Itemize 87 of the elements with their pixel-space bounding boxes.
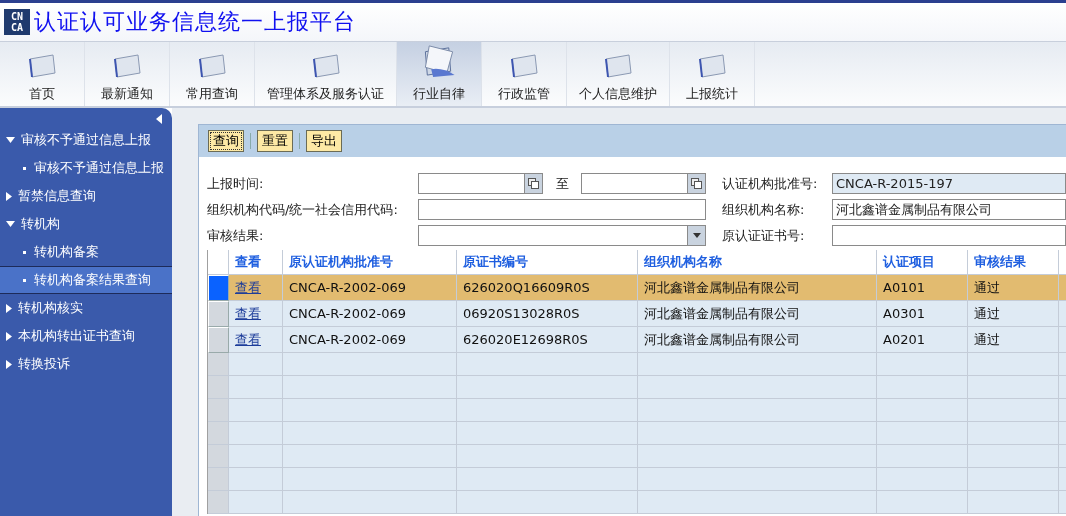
field-label: 组织机构代码/统一社会信用代码: bbox=[207, 200, 399, 219]
table-cell bbox=[229, 491, 283, 514]
folder-icon bbox=[27, 53, 57, 79]
column-header: 查看 bbox=[229, 250, 283, 275]
bullet-icon bbox=[23, 250, 26, 254]
table-cell: 河北鑫谱金属制品有限公司 bbox=[638, 275, 877, 301]
toolbar-button[interactable]: 查询 bbox=[208, 130, 244, 152]
column-header: 组织机构名称 bbox=[638, 250, 877, 275]
table-cell: 通过 bbox=[968, 327, 1059, 353]
field-label: 上报时间: bbox=[207, 174, 265, 193]
table-cell: 河北鑫谱金属制品有限公司 bbox=[638, 301, 877, 327]
field-label: 审核结果: bbox=[207, 226, 265, 245]
select-field[interactable] bbox=[418, 225, 706, 246]
column-header: 原证书编号 bbox=[457, 250, 638, 275]
sidebar-group[interactable]: 审核不予通过信息上报 bbox=[0, 126, 172, 154]
sidebar-item[interactable]: 转机构备案 bbox=[0, 238, 172, 266]
collapsed-icon bbox=[6, 191, 12, 201]
view-link[interactable]: 查看 bbox=[235, 304, 261, 323]
sidebar-group[interactable]: 转机构 bbox=[0, 210, 172, 238]
range-separator: 至 bbox=[554, 174, 570, 193]
sidebar-group[interactable]: 本机构转出证书查询 bbox=[0, 322, 172, 350]
logo: CN CA bbox=[4, 9, 30, 35]
collapsed-icon bbox=[6, 331, 12, 341]
toolbar-button[interactable]: 重置 bbox=[257, 130, 293, 152]
table-cell: 06920S13028R0S bbox=[457, 301, 638, 327]
input-field[interactable] bbox=[832, 225, 1066, 246]
field-label: 组织机构名称: bbox=[722, 200, 806, 219]
org-name-field[interactable]: 河北鑫谱金属制品有限公司 bbox=[832, 199, 1066, 220]
view-link[interactable]: 查看 bbox=[235, 330, 261, 349]
sidebar-item[interactable]: 转机构备案结果查询 bbox=[0, 266, 172, 294]
folder-icon bbox=[197, 53, 227, 79]
calendar-icon[interactable] bbox=[528, 178, 539, 189]
column-header: 审核结果 bbox=[968, 250, 1059, 275]
sidebar-group[interactable]: 暂禁信息查询 bbox=[0, 182, 172, 210]
nav-tab[interactable]: 行业自律 bbox=[397, 42, 482, 106]
input-field[interactable] bbox=[418, 199, 706, 220]
sidebar-group[interactable]: 转换投诉 bbox=[0, 350, 172, 378]
approval-field[interactable]: CNCA-R-2015-197 bbox=[832, 173, 1066, 194]
toolbar-button[interactable]: 导出 bbox=[306, 130, 342, 152]
table-cell: 河北鑫谱金属制品有限公司 bbox=[638, 327, 877, 353]
nav-tab[interactable]: 最新通知 bbox=[85, 42, 170, 106]
date-field[interactable] bbox=[418, 173, 543, 194]
field-label: 认证机构批准号: bbox=[722, 174, 819, 193]
nav-tab[interactable]: 管理体系及服务认证 bbox=[255, 42, 397, 106]
nav-tab[interactable]: 首页 bbox=[0, 42, 85, 106]
table-cell: CNCA-R-2002-069 bbox=[283, 301, 457, 327]
table-cell: 626020E12698R0S bbox=[457, 327, 638, 353]
view-link[interactable]: 查看 bbox=[235, 278, 261, 297]
collapse-icon[interactable] bbox=[156, 114, 162, 124]
header-cell bbox=[208, 250, 229, 275]
folder-icon bbox=[112, 53, 142, 79]
bullet-icon bbox=[23, 166, 26, 170]
table-cell: 通过 bbox=[968, 275, 1059, 301]
bullet-icon bbox=[23, 278, 26, 282]
nav-tab[interactable]: 常用查询 bbox=[170, 42, 255, 106]
folder-icon bbox=[697, 53, 727, 79]
expanded-icon bbox=[6, 221, 15, 227]
nav-tab[interactable]: 上报统计 bbox=[670, 42, 755, 106]
table-cell: A0101 bbox=[877, 275, 968, 301]
folder-icon bbox=[310, 53, 341, 79]
calendar-icon[interactable] bbox=[691, 178, 702, 189]
table-cell bbox=[229, 445, 283, 468]
date-field[interactable] bbox=[581, 173, 706, 194]
table-cell: CNCA-R-2002-069 bbox=[283, 327, 457, 353]
field-label: 原认证证书号: bbox=[722, 226, 806, 245]
expanded-icon bbox=[6, 137, 15, 143]
table-cell: A0301 bbox=[877, 301, 968, 327]
table-cell: 通过 bbox=[968, 301, 1059, 327]
app-title: 认证认可业务信息统一上报平台 bbox=[34, 8, 356, 36]
folder-icon bbox=[603, 53, 633, 79]
nav-tab[interactable]: 个人信息维护 bbox=[567, 42, 670, 106]
table-cell bbox=[229, 376, 283, 399]
table-cell: CNCA-R-2002-069 bbox=[283, 275, 457, 301]
table-cell bbox=[229, 468, 283, 491]
column-header: 原认证机构批准号 bbox=[283, 250, 457, 275]
sidebar-item[interactable]: 审核不予通过信息上报 bbox=[0, 154, 172, 182]
folder-icon bbox=[509, 53, 539, 79]
sidebar-group[interactable]: 转机构核实 bbox=[0, 294, 172, 322]
collapsed-icon bbox=[6, 359, 12, 369]
caret-icon bbox=[692, 233, 701, 238]
table-cell bbox=[229, 399, 283, 422]
table-cell bbox=[229, 422, 283, 445]
collapsed-icon bbox=[6, 303, 12, 313]
table-cell: A0201 bbox=[877, 327, 968, 353]
nav-tab[interactable]: 行政监管 bbox=[482, 42, 567, 106]
table-cell: 626020Q16609R0S bbox=[457, 275, 638, 301]
column-header: 认证项目 bbox=[877, 250, 968, 275]
